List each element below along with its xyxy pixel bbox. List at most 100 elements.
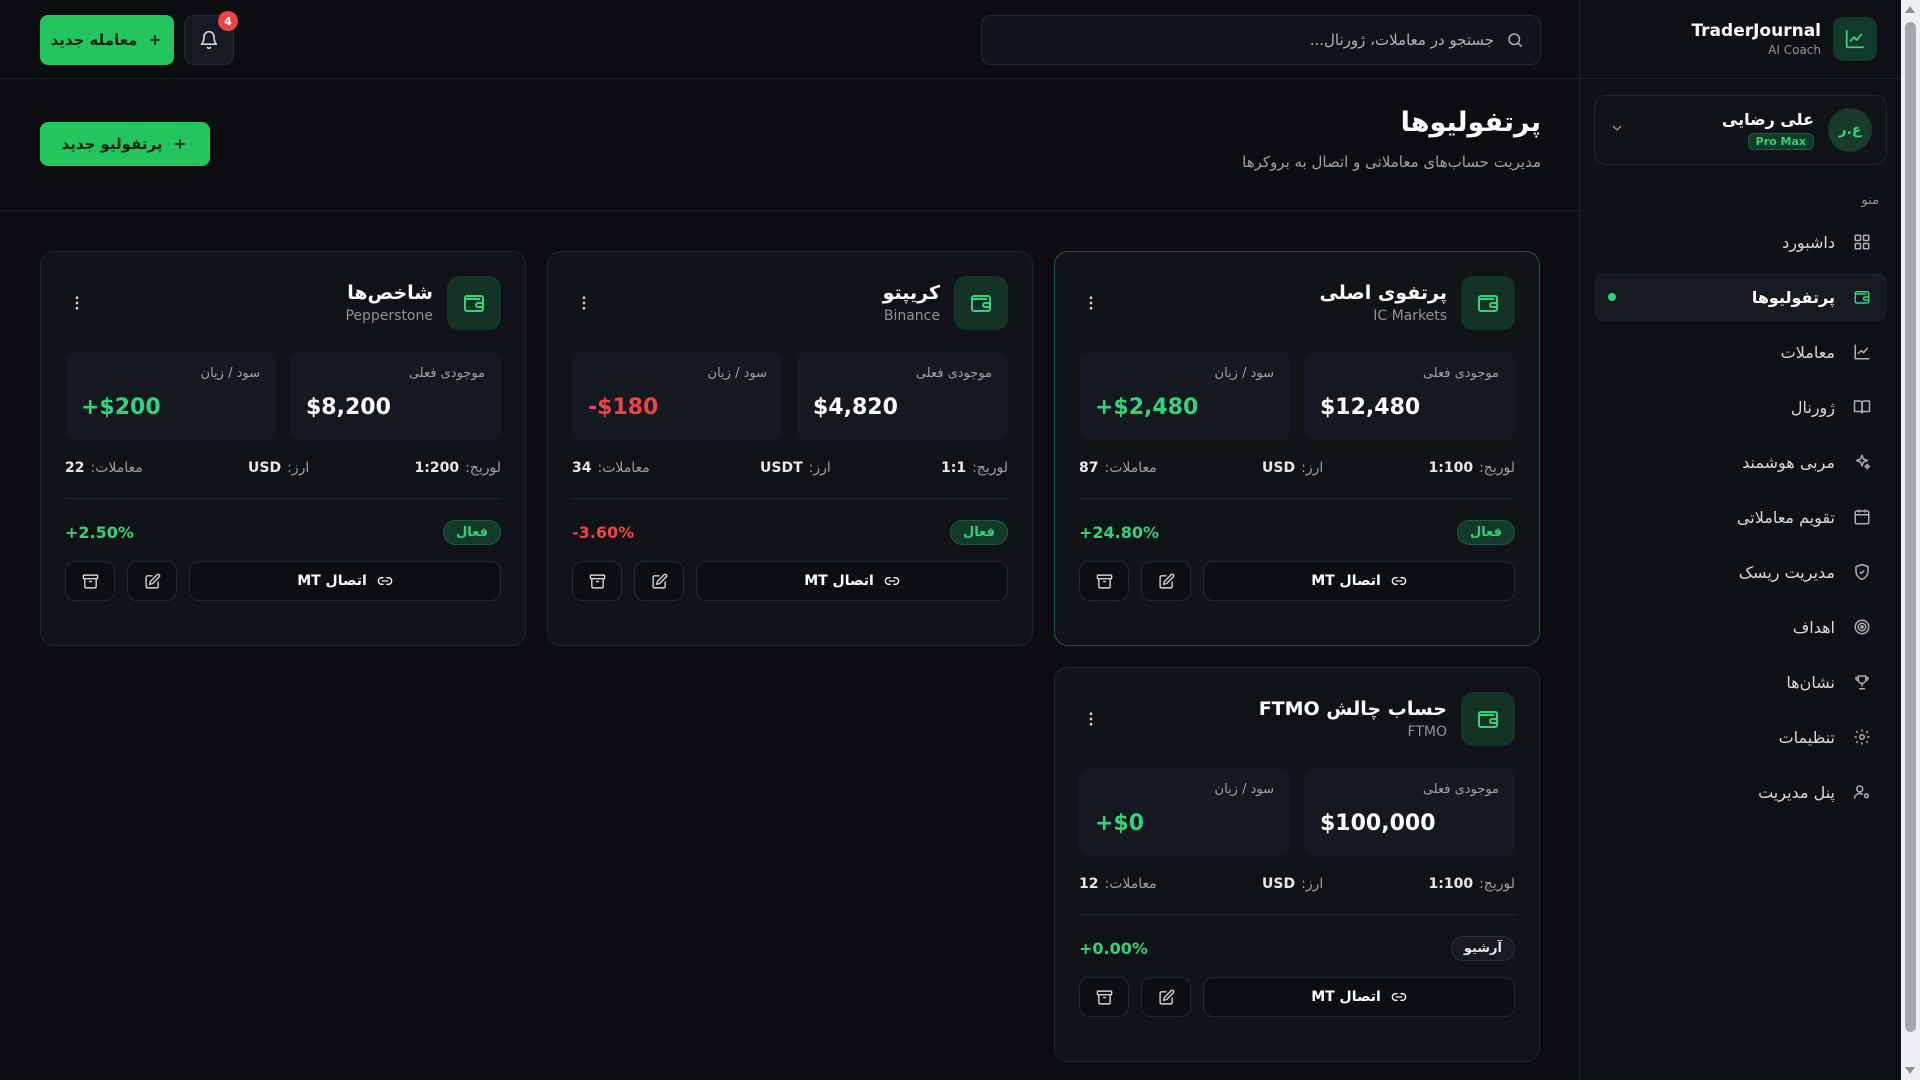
pnl-stat: سود / زیان +$0 xyxy=(1079,768,1290,856)
archive-button[interactable] xyxy=(572,561,622,601)
sidebar-item-label: پنل مدیریت xyxy=(1758,782,1835,802)
connect-mt-button[interactable]: اتصال MT xyxy=(1203,977,1515,1017)
broker-name: IC Markets xyxy=(1373,308,1447,324)
sidebar-item-8[interactable]: نشان‌ها xyxy=(1594,658,1887,706)
portfolio-card[interactable]: پرتفوی اصلی IC Markets موجودی فعلی $12,480 س… xyxy=(1054,251,1540,646)
connect-mt-label: اتصال MT xyxy=(1311,573,1381,589)
sidebar-item-7[interactable]: اهداف xyxy=(1594,603,1887,651)
sidebar-item-2[interactable]: معاملات xyxy=(1594,328,1887,376)
card-actions: اتصال MT xyxy=(65,561,501,601)
trades-label: معاملات: xyxy=(597,460,650,476)
card-title-wrap: پرتفوی اصلی IC Markets xyxy=(1117,282,1447,324)
wallet-icon xyxy=(1461,692,1515,746)
leverage-value: 1:100 xyxy=(1428,460,1474,476)
archive-button[interactable] xyxy=(1079,977,1129,1017)
archive-icon xyxy=(82,573,99,590)
chevron-down-icon xyxy=(1609,120,1625,140)
sidebar-item-0[interactable]: داشبورد xyxy=(1594,218,1887,266)
sidebar-nav: داشبورد پرتفولیوها معاملات ژورنال مربی هوشمن… xyxy=(1580,218,1901,816)
card-stats: موجودی فعلی $4,820 سود / زیان -$180 xyxy=(572,352,1008,440)
main-area: 4 معامله جدید پرتفولیوها مدیریت حساب‌های… xyxy=(0,0,1581,1080)
user-menu[interactable]: ع.ر علی رضایی Pro Max xyxy=(1594,95,1887,165)
sidebar-item-1[interactable]: پرتفولیوها xyxy=(1594,273,1887,321)
avatar: ع.ر xyxy=(1828,108,1872,152)
connect-mt-button[interactable]: اتصال MT xyxy=(1203,561,1515,601)
scroll-up-arrow[interactable] xyxy=(1905,6,1915,13)
trades-label: معاملات: xyxy=(1104,876,1157,892)
pnl-value: +$200 xyxy=(81,395,161,420)
scroll-down-arrow[interactable] xyxy=(1905,1067,1915,1074)
archive-button[interactable] xyxy=(65,561,115,601)
book-icon xyxy=(1851,398,1873,416)
connect-mt-button[interactable]: اتصال MT xyxy=(696,561,1008,601)
new-trade-button[interactable]: معامله جدید xyxy=(40,15,174,65)
more-options-icon[interactable] xyxy=(1079,294,1103,312)
portfolio-name: حساب چالش FTMO xyxy=(1258,698,1447,720)
trades-value: 87 xyxy=(1079,460,1099,476)
card-stats: موجودی فعلی $100,000 سود / زیان +$0 xyxy=(1079,768,1515,856)
chart-line-icon xyxy=(1851,343,1873,361)
sidebar-item-3[interactable]: ژورنال xyxy=(1594,383,1887,431)
active-indicator xyxy=(1608,293,1616,301)
pnl-stat: سود / زیان +$200 xyxy=(65,352,276,440)
plus-icon xyxy=(147,32,163,48)
leverage-value: 1:100 xyxy=(1428,876,1474,892)
portfolio-name: پرتفوی اصلی xyxy=(1319,282,1447,304)
balance-stat: موجودی فعلی $12,480 xyxy=(1304,352,1515,440)
gear-icon xyxy=(1851,728,1873,746)
currency-value: USDT xyxy=(760,460,803,476)
new-trade-label: معامله جدید xyxy=(50,31,138,49)
sidebar-item-label: ژورنال xyxy=(1790,397,1835,417)
return-percent: +0.00% xyxy=(1079,938,1148,958)
edit-button[interactable] xyxy=(1141,977,1191,1017)
archive-icon xyxy=(1096,989,1113,1006)
portfolio-card[interactable]: کریپتو Binance موجودی فعلی $4,820 سود / زیان… xyxy=(547,251,1033,646)
portfolio-card[interactable]: حساب چالش FTMO FTMO موجودی فعلی $100,000 سود… xyxy=(1054,667,1540,1062)
balance-value: $100,000 xyxy=(1320,811,1436,836)
search-bar[interactable] xyxy=(981,15,1541,65)
balance-value: $8,200 xyxy=(306,395,391,420)
archive-button[interactable] xyxy=(1079,561,1129,601)
edit-button[interactable] xyxy=(1141,561,1191,601)
calendar-icon xyxy=(1851,508,1873,526)
trades-info: معاملات: 12 xyxy=(1079,876,1157,892)
sidebar-item-9[interactable]: تنظیمات xyxy=(1594,713,1887,761)
card-meta: لوریج: 1:200 ارز: USD معاملات: 22 xyxy=(65,460,501,499)
sidebar-item-5[interactable]: تقویم معاملاتی xyxy=(1594,493,1887,541)
wallet-icon xyxy=(1851,288,1873,306)
scroll-thumb[interactable] xyxy=(1905,22,1916,1032)
search-input[interactable] xyxy=(998,31,1494,49)
more-options-icon[interactable] xyxy=(65,294,89,312)
sidebar-item-label: اهداف xyxy=(1792,617,1835,637)
leverage-label: لوریج: xyxy=(1479,460,1515,476)
edit-button[interactable] xyxy=(127,561,177,601)
page-subtitle: مدیریت حساب‌های معاملاتی و اتصال به بروک… xyxy=(1242,153,1541,171)
card-header: پرتفوی اصلی IC Markets xyxy=(1079,276,1515,330)
sidebar-item-4[interactable]: مربی هوشمند xyxy=(1594,438,1887,486)
pnl-label: سود / زیان xyxy=(1214,366,1274,381)
more-options-icon[interactable] xyxy=(572,294,596,312)
sidebar-item-label: تقویم معاملاتی xyxy=(1736,507,1835,527)
broker-name: FTMO xyxy=(1407,724,1447,740)
pnl-stat: سود / زیان +$2,480 xyxy=(1079,352,1290,440)
edit-icon xyxy=(144,573,161,590)
trades-info: معاملات: 34 xyxy=(572,460,650,476)
target-icon xyxy=(1851,618,1873,636)
connect-mt-button[interactable]: اتصال MT xyxy=(189,561,501,601)
sidebar-item-10[interactable]: پنل مدیریت xyxy=(1594,768,1887,816)
card-meta: لوریج: 1:100 ارز: USD معاملات: 87 xyxy=(1079,460,1515,499)
brand-text: TraderJournal AI Coach xyxy=(1691,21,1821,57)
balance-stat: موجودی فعلی $100,000 xyxy=(1304,768,1515,856)
notifications-button[interactable]: 4 xyxy=(184,11,238,65)
page-title: پرتفولیوها xyxy=(1400,107,1541,138)
portfolio-card[interactable]: شاخص‌ها Pepperstone موجودی فعلی $8,200 سود /… xyxy=(40,251,526,646)
new-portfolio-button[interactable]: پرتفولیو جدید xyxy=(40,122,210,166)
portfolio-name: شاخص‌ها xyxy=(347,282,433,304)
balance-value: $12,480 xyxy=(1320,395,1421,420)
app-root: 4 معامله جدید پرتفولیوها مدیریت حساب‌های… xyxy=(0,0,1920,1080)
edit-button[interactable] xyxy=(634,561,684,601)
more-options-icon[interactable] xyxy=(1079,710,1103,728)
page-scrollbar[interactable] xyxy=(1901,0,1920,1080)
sidebar-item-6[interactable]: مدیریت ریسک xyxy=(1594,548,1887,596)
search-icon xyxy=(1506,31,1524,49)
